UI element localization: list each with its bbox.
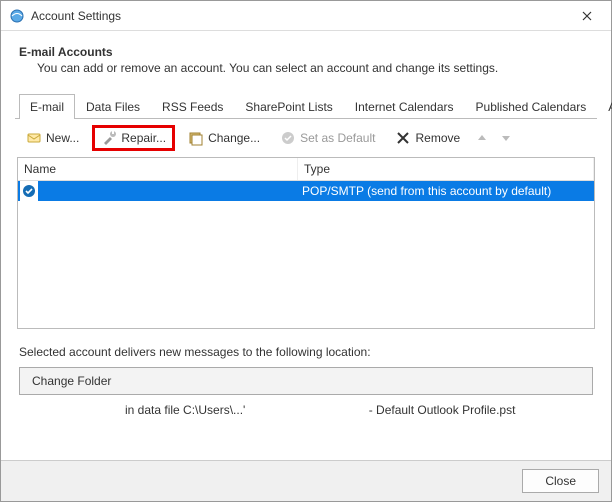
move-up-button	[473, 129, 491, 147]
accounts-list[interactable]: Name Type POP/SMTP (send from this accou…	[17, 157, 595, 329]
remove-button[interactable]: Remove	[388, 127, 467, 149]
tab-address-books[interactable]: Address Books	[597, 94, 612, 119]
check-icon	[280, 130, 296, 146]
new-label: New...	[46, 131, 79, 145]
change-icon	[188, 130, 204, 146]
repair-label: Repair...	[121, 131, 166, 145]
delivery-info: Selected account delivers new messages t…	[19, 345, 593, 359]
change-folder-button[interactable]: Change Folder	[19, 367, 593, 395]
window-close-button[interactable]	[569, 2, 605, 30]
column-type[interactable]: Type	[298, 158, 594, 180]
remove-icon	[395, 130, 411, 146]
move-down-button	[497, 129, 515, 147]
titlebar: Account Settings	[1, 1, 611, 31]
set-default-label: Set as Default	[300, 131, 375, 145]
set-default-button: Set as Default	[273, 127, 382, 149]
close-button[interactable]: Close	[522, 469, 599, 493]
arrow-up-icon	[477, 133, 487, 143]
toolbar: New... Repair... Change... Set as Defaul…	[15, 119, 597, 157]
repair-button[interactable]: Repair...	[92, 125, 175, 151]
column-name[interactable]: Name	[18, 158, 298, 180]
tabstrip: E-mail Data Files RSS Feeds SharePoint L…	[15, 93, 597, 119]
default-account-icon	[20, 181, 38, 201]
remove-label: Remove	[415, 131, 460, 145]
dialog-footer: Close	[1, 460, 611, 501]
dialog-body: E-mail Accounts You can add or remove an…	[1, 31, 611, 460]
section-description: You can add or remove an account. You ca…	[37, 61, 597, 75]
window-title: Account Settings	[31, 9, 121, 23]
tab-sharepoint-lists[interactable]: SharePoint Lists	[234, 94, 343, 119]
app-icon	[9, 8, 25, 24]
close-icon	[582, 11, 592, 21]
tab-data-files[interactable]: Data Files	[75, 94, 151, 119]
tab-published-calendars[interactable]: Published Calendars	[465, 94, 598, 119]
account-row[interactable]: POP/SMTP (send from this account by defa…	[18, 181, 594, 201]
tab-rss-feeds[interactable]: RSS Feeds	[151, 94, 234, 119]
tab-email[interactable]: E-mail	[19, 94, 75, 119]
arrow-down-icon	[501, 133, 511, 143]
change-label: Change...	[208, 131, 260, 145]
account-type: POP/SMTP (send from this account by defa…	[298, 184, 594, 198]
change-button[interactable]: Change...	[181, 127, 267, 149]
repair-icon	[101, 130, 117, 146]
delivery-path: in data file C:\Users\...' - Default Out…	[125, 403, 593, 417]
list-header: Name Type	[18, 158, 594, 181]
account-settings-window: Account Settings E-mail Accounts You can…	[0, 0, 612, 502]
new-button[interactable]: New...	[19, 127, 86, 149]
section-title: E-mail Accounts	[19, 45, 597, 59]
tab-internet-calendars[interactable]: Internet Calendars	[344, 94, 465, 119]
new-icon	[26, 130, 42, 146]
